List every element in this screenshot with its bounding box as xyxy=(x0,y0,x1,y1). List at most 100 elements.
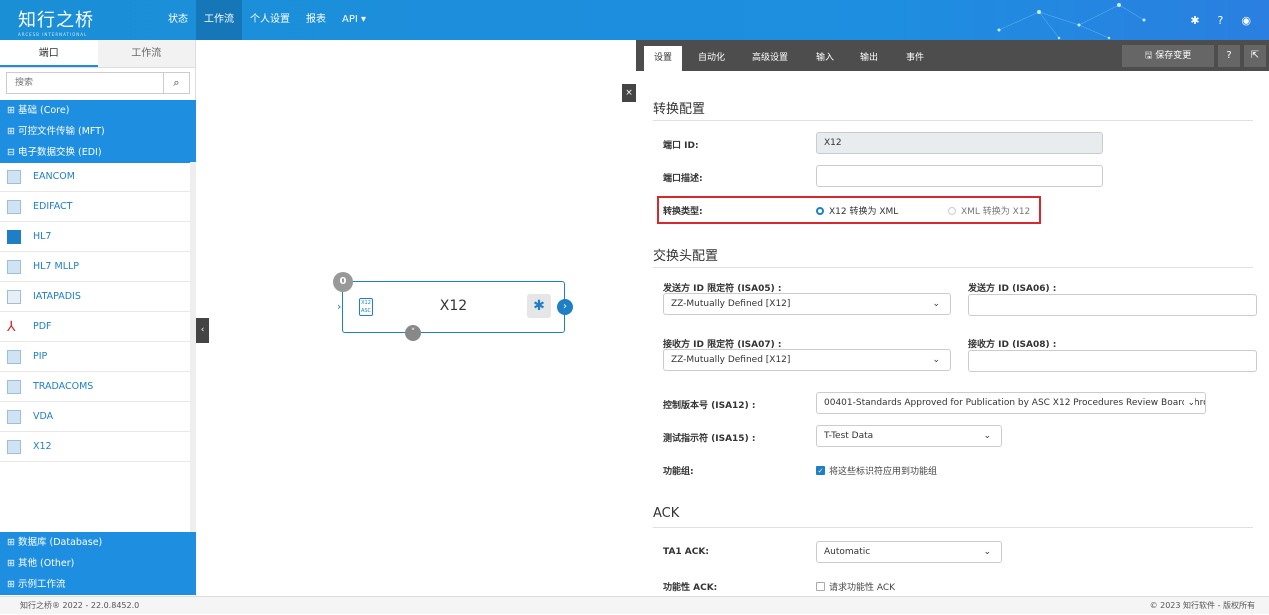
test-indicator-select[interactable]: T-Test Data ⌄ xyxy=(816,425,1002,447)
output-arrow-icon[interactable]: › xyxy=(557,299,573,315)
footer-version: 知行之桥® 2022 - 22.0.8452.0 xyxy=(20,601,140,610)
receiver-id-label: 接收方 ID (ISA08) : xyxy=(968,340,1057,350)
port-edifact[interactable]: EDIFACT xyxy=(0,192,196,222)
func-group-checkbox[interactable]: ✓ 将这些标识符应用到功能组 xyxy=(816,464,937,477)
hl7-mllp-icon xyxy=(7,259,21,274)
receiver-id-field[interactable] xyxy=(968,350,1257,372)
help-icon[interactable]: ? xyxy=(1218,14,1224,27)
eancom-icon xyxy=(7,169,21,184)
logo-text: 知行之桥 xyxy=(18,10,94,31)
tab-events[interactable]: 事件 xyxy=(896,46,934,71)
port-hl7-mllp[interactable]: HL7 MLLP xyxy=(0,252,196,282)
sender-id-field[interactable] xyxy=(968,294,1257,316)
top-bar: 知行之桥 ARCESB INTERNATIONAL 状态 工作流 个人设置 报表… xyxy=(0,0,1269,40)
divider xyxy=(653,120,1253,121)
logo[interactable]: 知行之桥 ARCESB INTERNATIONAL xyxy=(18,6,94,37)
group-database[interactable]: ⊞ 数据库 (Database) xyxy=(0,532,196,553)
ta1-select[interactable]: Automatic ⌄ xyxy=(816,541,1002,563)
port-iatapadis[interactable]: IATAPADIS xyxy=(0,282,196,312)
group-core[interactable]: ⊞ 基础 (Core) xyxy=(0,100,196,121)
node-gear-icon[interactable]: ✱ xyxy=(527,294,551,318)
divider xyxy=(653,267,1253,268)
chevron-down-icon: ⌄ xyxy=(983,547,991,557)
input-arrow-icon[interactable]: › xyxy=(337,300,341,313)
network-decoration-icon xyxy=(997,3,1146,40)
tab-settings[interactable]: 设置 xyxy=(644,46,683,71)
nav-status[interactable]: 状态 xyxy=(160,0,196,40)
popout-icon[interactable]: ⇱ xyxy=(1244,45,1266,67)
tab-workflows[interactable]: 工作流 xyxy=(97,40,195,67)
pip-icon xyxy=(7,349,21,364)
chevron-down-icon: ⌄ xyxy=(932,355,940,365)
search-box: ⌕ xyxy=(6,72,190,94)
search-icon[interactable]: ⌕ xyxy=(163,73,189,93)
nav-reports[interactable]: 报表 xyxy=(298,0,334,40)
node-count-badge: 0 xyxy=(333,272,353,292)
sender-qual-select[interactable]: ZZ-Mutually Defined [X12] ⌄ xyxy=(663,293,951,315)
main-nav: 状态 工作流 个人设置 报表 API ▾ xyxy=(160,0,374,40)
group-examples[interactable]: ⊞ 示例工作流 xyxy=(0,574,196,595)
tab-output[interactable]: 输出 xyxy=(850,46,888,71)
nav-workflow[interactable]: 工作流 xyxy=(196,0,242,40)
nav-api[interactable]: API ▾ xyxy=(334,0,374,40)
port-pdf[interactable]: ⅄ PDF xyxy=(0,312,196,342)
edifact-icon xyxy=(7,199,21,214)
sidebar: 端口 工作流 ⌕ ⊞ 基础 (Core) ⊞ 可控文件传输 (MFT) ⊟ 电子… xyxy=(0,40,196,596)
collapse-sidebar-button[interactable]: ‹ xyxy=(196,318,209,343)
ta1-label: TA1 ACK: xyxy=(663,547,709,557)
port-pip[interactable]: PIP xyxy=(0,342,196,372)
tradacoms-icon xyxy=(7,379,21,394)
logo-subtext: ARCESB INTERNATIONAL xyxy=(18,32,88,37)
tab-automation[interactable]: 自动化 xyxy=(688,46,735,71)
section-ack: ACK xyxy=(653,506,680,521)
func-ack-label: 功能性 ACK: xyxy=(663,583,718,593)
tab-advanced[interactable]: 高级设置 xyxy=(742,46,798,71)
footer-copyright: © 2023 知行软件 - 版权所有 xyxy=(1149,601,1255,610)
group-other[interactable]: ⊞ 其他 (Other) xyxy=(0,553,196,574)
chevron-down-icon: ⌄ xyxy=(1184,393,1195,413)
user-icon[interactable]: ◉ xyxy=(1241,14,1251,27)
close-panel-button[interactable]: × xyxy=(622,84,636,102)
port-desc-label: 端口描述: xyxy=(663,174,703,184)
section-translation: 转换配置 xyxy=(653,102,706,117)
control-version-select[interactable]: 00401-Standards Approved for Publication… xyxy=(816,392,1206,414)
iata-icon xyxy=(7,289,21,304)
top-icons: ✱ ? ◉ xyxy=(1190,0,1251,40)
search-input[interactable] xyxy=(7,73,163,93)
chevron-down-icon[interactable]: ˅ xyxy=(405,325,421,341)
vda-icon xyxy=(7,409,21,424)
func-group-label: 功能组: xyxy=(663,467,694,477)
receiver-qual-select[interactable]: ZZ-Mutually Defined [X12] ⌄ xyxy=(663,349,951,371)
port-tradacoms[interactable]: TRADACOMS xyxy=(0,372,196,402)
port-vda[interactable]: VDA xyxy=(0,402,196,432)
checkbox-unchecked-icon xyxy=(816,582,825,591)
chevron-down-icon: ⌄ xyxy=(983,431,991,441)
tab-input[interactable]: 输入 xyxy=(806,46,844,71)
port-eancom[interactable]: EANCOM xyxy=(0,162,196,192)
divider xyxy=(653,527,1253,528)
port-id-label: 端口 ID: xyxy=(663,141,699,151)
control-version-label: 控制版本号 (ISA12) : xyxy=(663,401,756,411)
checkbox-checked-icon: ✓ xyxy=(816,466,825,475)
settings-panel: 设置 自动化 高级设置 输入 输出 事件 🖫 保存变更 ? ⇱ 转换配置 端口 … xyxy=(636,40,1269,596)
tab-ports[interactable]: 端口 xyxy=(0,40,98,67)
workflow-node-x12[interactable]: 0 › X12 ASC X12 ✱ › ˅ xyxy=(333,272,573,341)
test-indicator-label: 测试指示符 (ISA15) : xyxy=(663,434,756,444)
section-interchange: 交换头配置 xyxy=(653,249,719,264)
panel-tabs: 设置 自动化 高级设置 输入 输出 事件 🖫 保存变更 ? ⇱ xyxy=(636,40,1269,71)
sender-id-label: 发送方 ID (ISA06) : xyxy=(968,284,1057,294)
sidebar-tabs: 端口 工作流 xyxy=(0,40,195,68)
func-ack-checkbox[interactable]: 请求功能性 ACK xyxy=(816,580,895,593)
help-icon[interactable]: ? xyxy=(1218,45,1240,67)
chevron-down-icon: ⌄ xyxy=(932,299,940,309)
port-desc-field[interactable] xyxy=(816,165,1103,187)
nav-profile[interactable]: 个人设置 xyxy=(242,0,298,40)
gear-icon[interactable]: ✱ xyxy=(1190,14,1199,27)
port-hl7[interactable]: HL7 xyxy=(0,222,196,252)
group-mft[interactable]: ⊞ 可控文件传输 (MFT) xyxy=(0,121,196,142)
port-x12[interactable]: X12 xyxy=(0,432,196,462)
footer: 知行之桥® 2022 - 22.0.8452.0 © 2023 知行软件 - 版… xyxy=(0,596,1269,614)
port-id-field[interactable]: X12 xyxy=(816,132,1103,154)
group-edi[interactable]: ⊟ 电子数据交换 (EDI) xyxy=(0,142,196,163)
save-button[interactable]: 🖫 保存变更 xyxy=(1122,45,1214,67)
